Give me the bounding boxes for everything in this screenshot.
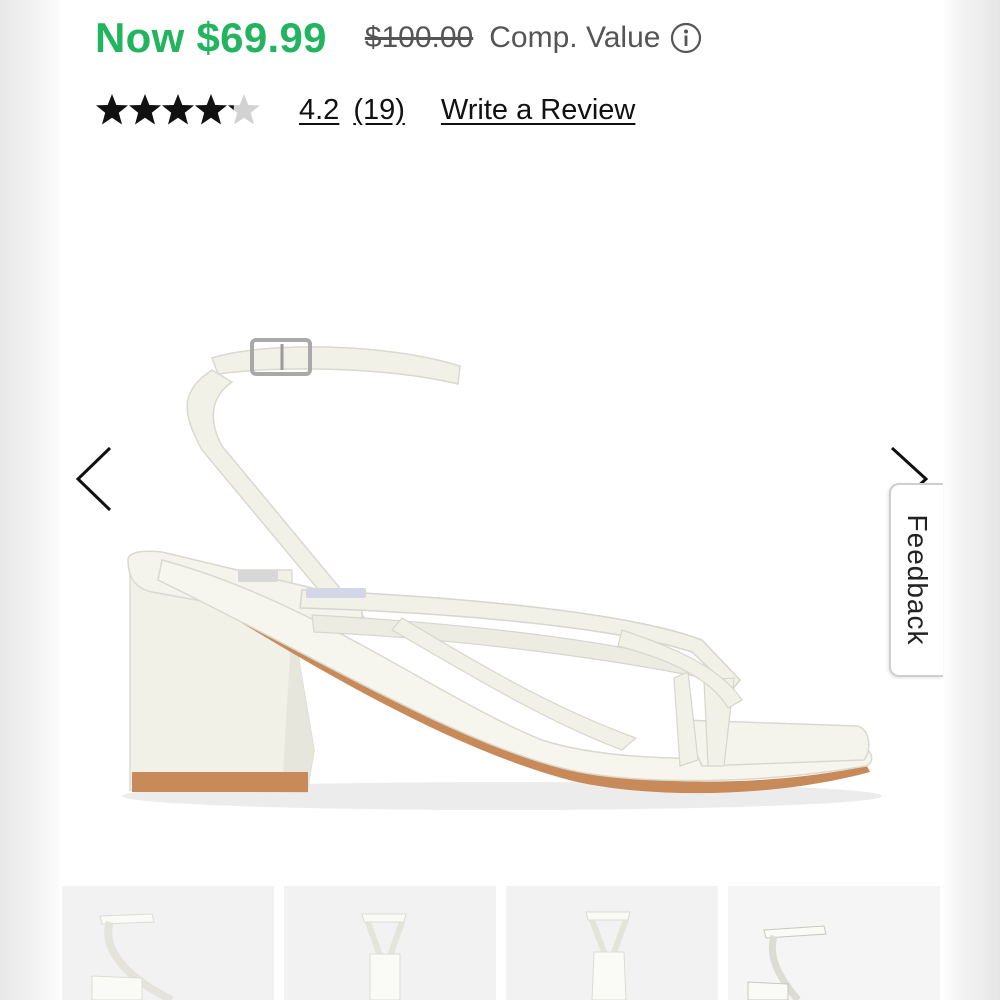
review-count-link[interactable]: (19) xyxy=(353,94,405,127)
comp-value-label: Comp. Value xyxy=(489,21,661,54)
price-row: Now $69.99 $100.00 Comp. Value xyxy=(95,14,702,62)
main-product-image xyxy=(62,160,942,870)
write-review-link[interactable]: Write a Review xyxy=(441,94,635,127)
rating-row: 4.2 (19) Write a Review xyxy=(95,92,635,128)
sale-price: Now $69.99 xyxy=(95,14,327,61)
feedback-tab[interactable]: Feedback xyxy=(889,483,943,677)
chevron-left-icon xyxy=(75,446,112,512)
previous-image-button[interactable] xyxy=(72,444,116,514)
star-rating xyxy=(95,92,263,128)
original-price: $100.00 xyxy=(364,21,474,54)
thumbnail-back-view[interactable] xyxy=(506,886,718,1000)
star-filled xyxy=(162,94,194,125)
info-circle-icon[interactable] xyxy=(670,22,702,54)
star-filled xyxy=(129,94,161,125)
thumbnail-front-view[interactable] xyxy=(284,886,496,1000)
thumbnail-side-view[interactable] xyxy=(62,886,274,1000)
feedback-label: Feedback xyxy=(902,514,933,646)
star-filled xyxy=(96,94,128,125)
star-filled xyxy=(195,94,227,125)
thumbnail-angle-view[interactable] xyxy=(728,886,940,1000)
thumbnail-strip xyxy=(62,886,942,1000)
rating-value-link[interactable]: 4.2 xyxy=(299,94,339,127)
